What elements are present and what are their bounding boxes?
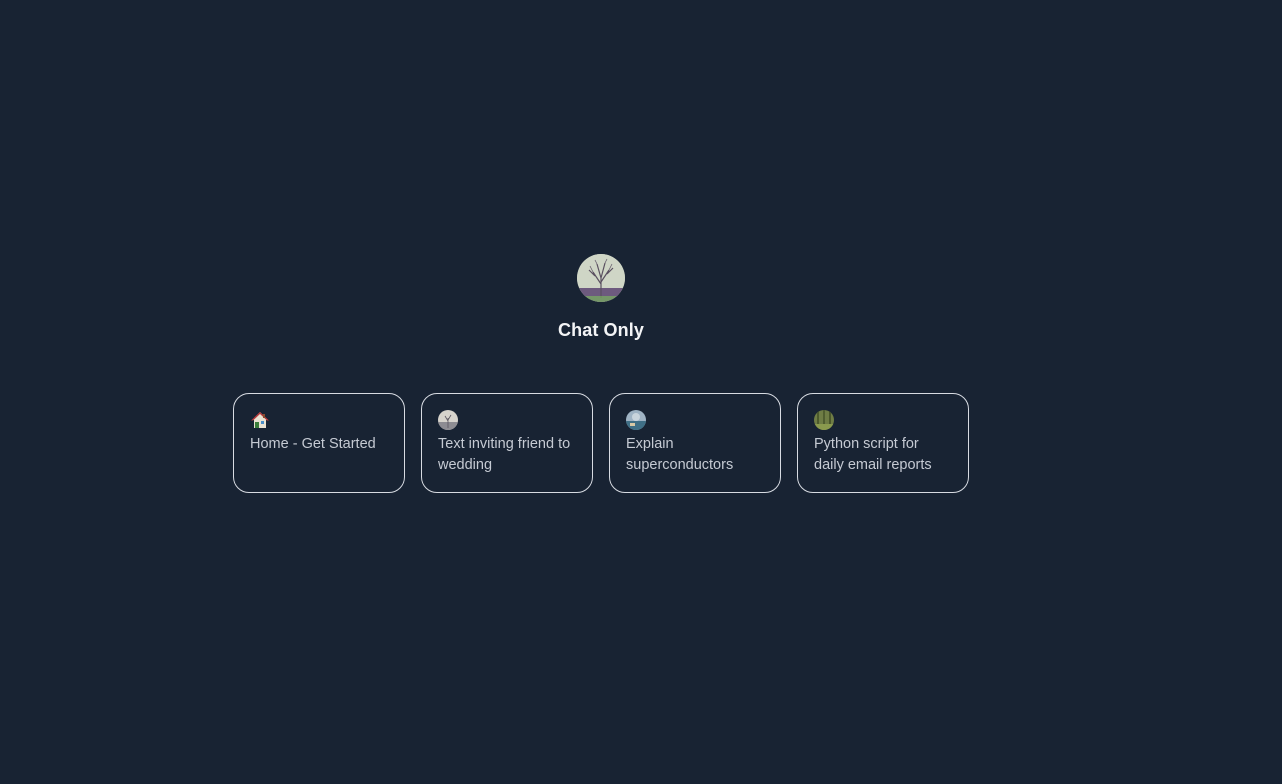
image-avatar-icon: [626, 410, 646, 430]
suggestion-label: Home - Get Started: [250, 436, 376, 452]
suggestion-label: Explain superconductors: [626, 436, 734, 473]
suggestion-card-home[interactable]: Home - Get Started: [233, 393, 405, 493]
tree-avatar-icon: [577, 254, 625, 302]
assistant-avatar: [577, 254, 625, 302]
image-avatar-icon: [438, 410, 458, 430]
image-avatar-icon: [814, 410, 834, 430]
suggestion-card-superconductors[interactable]: Explain superconductors: [609, 393, 781, 493]
suggestion-label: Python script for daily email reports: [814, 436, 932, 473]
chat-start-screen: Chat Only Home - Get Started Text inviti…: [0, 0, 1282, 784]
house-icon: [250, 410, 270, 430]
suggestion-list: Home - Get Started Text inviting friend …: [233, 393, 969, 493]
suggestion-card-python-script[interactable]: Python script for daily email reports: [797, 393, 969, 493]
suggestion-label: Text inviting friend to wedding: [438, 436, 571, 473]
suggestion-card-wedding-text[interactable]: Text inviting friend to wedding: [421, 393, 593, 493]
assistant-name: Chat Only: [558, 320, 644, 340]
